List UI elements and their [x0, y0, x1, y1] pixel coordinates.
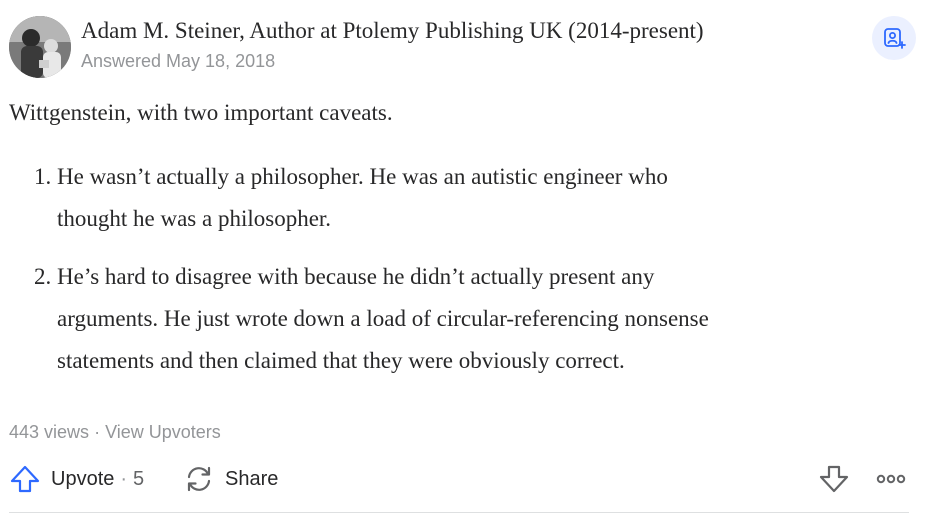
stats-separator: · — [94, 422, 101, 442]
add-person-icon — [884, 28, 906, 49]
list-item-line: He wasn’t actually a philosopher. He was… — [57, 164, 668, 189]
list-item: He wasn’t actually a philosopher. He was… — [57, 156, 909, 240]
follow-author-button[interactable] — [872, 16, 916, 60]
more-dots-icon — [876, 474, 906, 484]
avatar-photo — [9, 16, 71, 78]
answer-intro: Wittgenstein, with two important caveats… — [9, 100, 393, 125]
list-item-line: statements and then claimed that they we… — [57, 348, 625, 373]
down-arrow-icon — [819, 465, 849, 493]
up-arrow-icon — [10, 465, 40, 493]
view-upvoters-link[interactable]: View Upvoters — [105, 422, 221, 442]
answered-date[interactable]: Answered May 18, 2018 — [81, 50, 275, 72]
share-button[interactable]: Share — [183, 461, 278, 497]
upvote-label: Upvote — [51, 467, 115, 490]
list-item-line: He’s hard to disagree with because he di… — [57, 264, 655, 289]
upvote-separator: · — [120, 467, 128, 490]
answer-header: Adam M. Steiner, Author at Ptolemy Publi… — [9, 16, 927, 78]
upvote-count: 5 — [133, 467, 145, 490]
list-item-line: arguments. He just wrote down a load of … — [57, 306, 709, 331]
list-item-line: thought he was a philosopher. — [57, 206, 332, 231]
downvote-button[interactable] — [818, 461, 850, 497]
action-bar: Upvote · 5 Share — [9, 461, 909, 497]
more-options-button[interactable] — [875, 461, 907, 497]
list-item: He’s hard to disagree with because he di… — [57, 256, 909, 382]
caveats-list: He wasn’t actually a philosopher. He was… — [9, 156, 909, 382]
share-label: Share — [225, 467, 279, 490]
share-cycle-icon — [187, 466, 211, 492]
author-credential[interactable]: Adam M. Steiner, Author at Ptolemy Publi… — [81, 16, 704, 46]
answer-content: Wittgenstein, with two important caveats… — [9, 92, 909, 398]
view-count: 443 views — [9, 422, 90, 442]
upvote-button[interactable]: Upvote · 5 — [9, 461, 144, 497]
answer-stats: 443 views · View Upvoters — [9, 421, 221, 443]
bottom-divider — [9, 512, 909, 513]
author-avatar[interactable] — [9, 16, 71, 78]
